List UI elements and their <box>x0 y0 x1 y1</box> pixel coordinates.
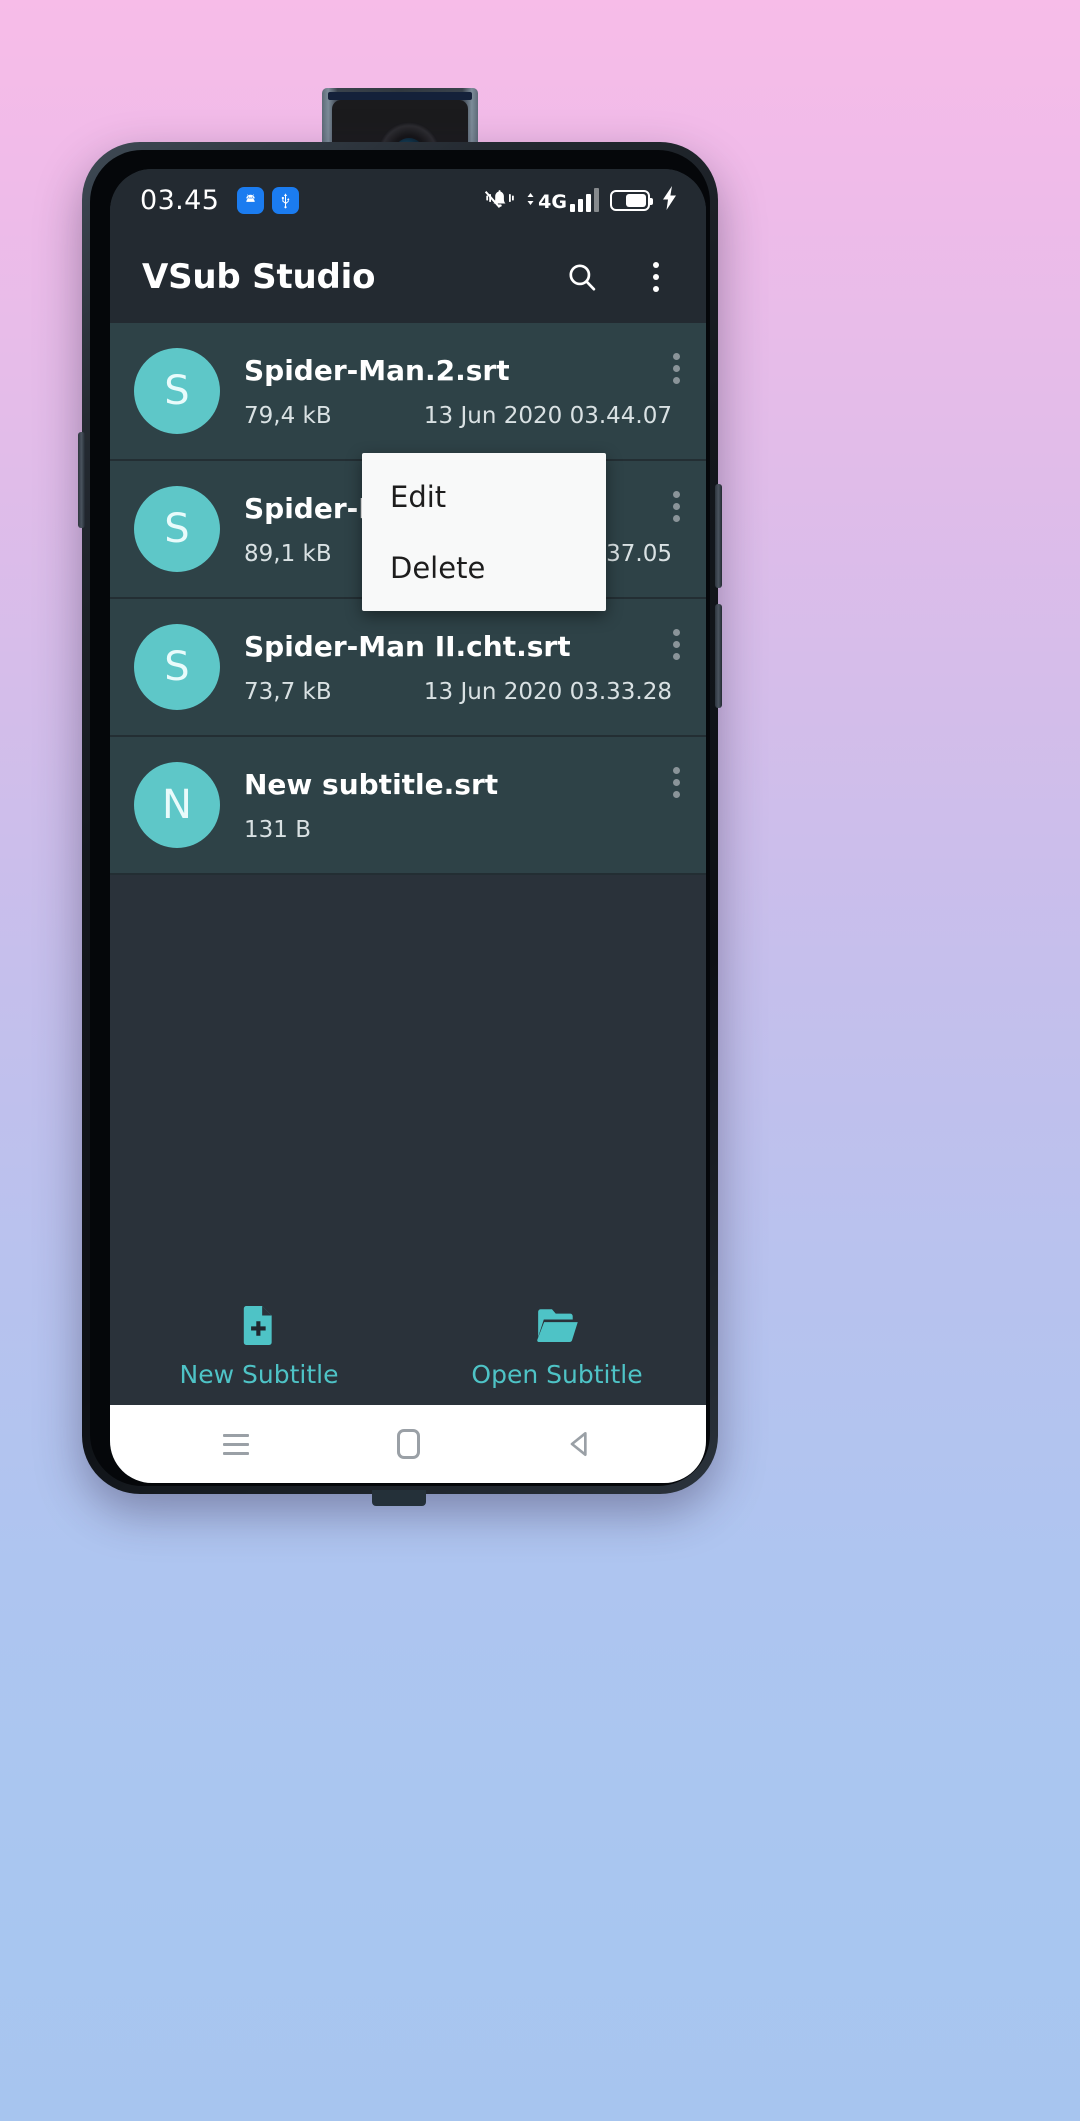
home-icon[interactable] <box>373 1416 443 1472</box>
status-bar: 03.45 4G <box>110 169 706 231</box>
battery-icon <box>610 189 653 211</box>
home-square <box>396 1429 420 1459</box>
new-subtitle-button[interactable]: New Subtitle <box>110 1304 408 1389</box>
status-bar-left-icons <box>237 186 300 214</box>
side-button-left[interactable] <box>78 432 85 528</box>
vibrate-off-icon <box>485 185 515 216</box>
phone-bottom-notch <box>372 1490 426 1506</box>
page-title: VSub Studio <box>142 257 376 297</box>
new-subtitle-label: New Subtitle <box>179 1359 339 1389</box>
signal-bar-2 <box>578 199 583 212</box>
file-meta: 131 B <box>244 817 680 843</box>
overflow-dots <box>653 262 659 292</box>
open-subtitle-button[interactable]: Open Subtitle <box>408 1304 706 1389</box>
avatar: N <box>134 762 220 848</box>
file-meta: 79,4 kB 13 Jun 2020 03.44.07 <box>244 403 680 429</box>
file-size: 131 B <box>244 816 311 843</box>
file-meta: 73,7 kB 13 Jun 2020 03.33.28 <box>244 679 680 705</box>
subtitle-file-list[interactable]: S Spider-Man.2.srt 79,4 kB 13 Jun 2020 0… <box>110 323 706 1287</box>
open-folder-icon <box>535 1304 579 1351</box>
avatar: S <box>134 348 220 434</box>
app-bar: VSub Studio <box>110 231 706 323</box>
phone-screen: 03.45 4G VSub Studio S Spider-Man.2.srt … <box>110 169 706 1483</box>
back-icon[interactable] <box>545 1416 615 1472</box>
camera-module-accent-line <box>328 92 472 100</box>
file-size: 89,1 kB <box>244 540 332 567</box>
file-size: 73,7 kB <box>244 678 332 705</box>
recents-lines <box>223 1433 249 1455</box>
menu-item-delete[interactable]: Delete <box>362 532 606 603</box>
usb-icon <box>272 186 300 214</box>
avatar: S <box>134 486 220 572</box>
battery-level-fill <box>626 193 646 207</box>
status-bar-right-icons: 4G <box>485 185 678 216</box>
app-bar-actions <box>562 257 676 297</box>
row-text: Spider-Man II.cht.srt 73,7 kB 13 Jun 202… <box>244 630 680 705</box>
charging-bolt-icon <box>661 185 678 216</box>
menu-item-edit[interactable]: Edit <box>362 461 606 532</box>
search-icon[interactable] <box>562 257 602 297</box>
row-more-vert-icon[interactable] <box>669 487 684 526</box>
table-row[interactable]: S Spider-Man II.cht.srt 73,7 kB 13 Jun 2… <box>110 599 706 737</box>
row-text: Spider-Man.2.srt 79,4 kB 13 Jun 2020 03.… <box>244 354 680 429</box>
file-size: 79,4 kB <box>244 402 332 429</box>
row-text: New subtitle.srt 131 B <box>244 768 680 843</box>
row-more-vert-icon[interactable] <box>669 763 684 802</box>
file-name: Spider-Man.2.srt <box>244 353 510 387</box>
android-icon <box>237 186 265 214</box>
bottom-action-bar: New Subtitle Open Subtitle <box>110 1287 706 1405</box>
phone-bezel: 03.45 4G VSub Studio S Spider-Man.2.srt … <box>90 150 710 1486</box>
row-more-vert-icon[interactable] <box>669 349 684 388</box>
mobile-signal-icon: 4G <box>526 188 599 212</box>
avatar: S <box>134 624 220 710</box>
file-date: 13 Jun 2020 03.44.07 <box>423 402 672 429</box>
row-more-vert-icon[interactable] <box>669 625 684 664</box>
signal-bar-3 <box>586 194 591 212</box>
new-file-icon <box>240 1304 278 1351</box>
table-row[interactable]: N New subtitle.srt 131 B <box>110 737 706 875</box>
phone-device: 03.45 4G VSub Studio S Spider-Man.2.srt … <box>78 142 722 1506</box>
file-date: 13 Jun 2020 03.33.28 <box>423 678 672 705</box>
file-name: Spider-Man II.cht.srt <box>244 629 571 663</box>
network-type-label: 4G <box>538 191 567 213</box>
volume-button[interactable] <box>715 484 722 588</box>
recents-icon[interactable] <box>201 1416 271 1472</box>
status-bar-clock: 03.45 <box>140 184 220 216</box>
data-arrows-icon <box>527 193 534 205</box>
context-menu[interactable]: Edit Delete <box>362 453 606 611</box>
power-button[interactable] <box>715 604 722 708</box>
signal-bar-4 <box>594 188 599 212</box>
android-nav-bar <box>110 1405 706 1483</box>
signal-bar-1 <box>570 204 575 212</box>
open-subtitle-label: Open Subtitle <box>471 1359 643 1389</box>
more-vert-icon[interactable] <box>636 257 676 297</box>
table-row[interactable]: S Spider-Man.2.srt 79,4 kB 13 Jun 2020 0… <box>110 323 706 461</box>
file-name: New subtitle.srt <box>244 767 499 801</box>
